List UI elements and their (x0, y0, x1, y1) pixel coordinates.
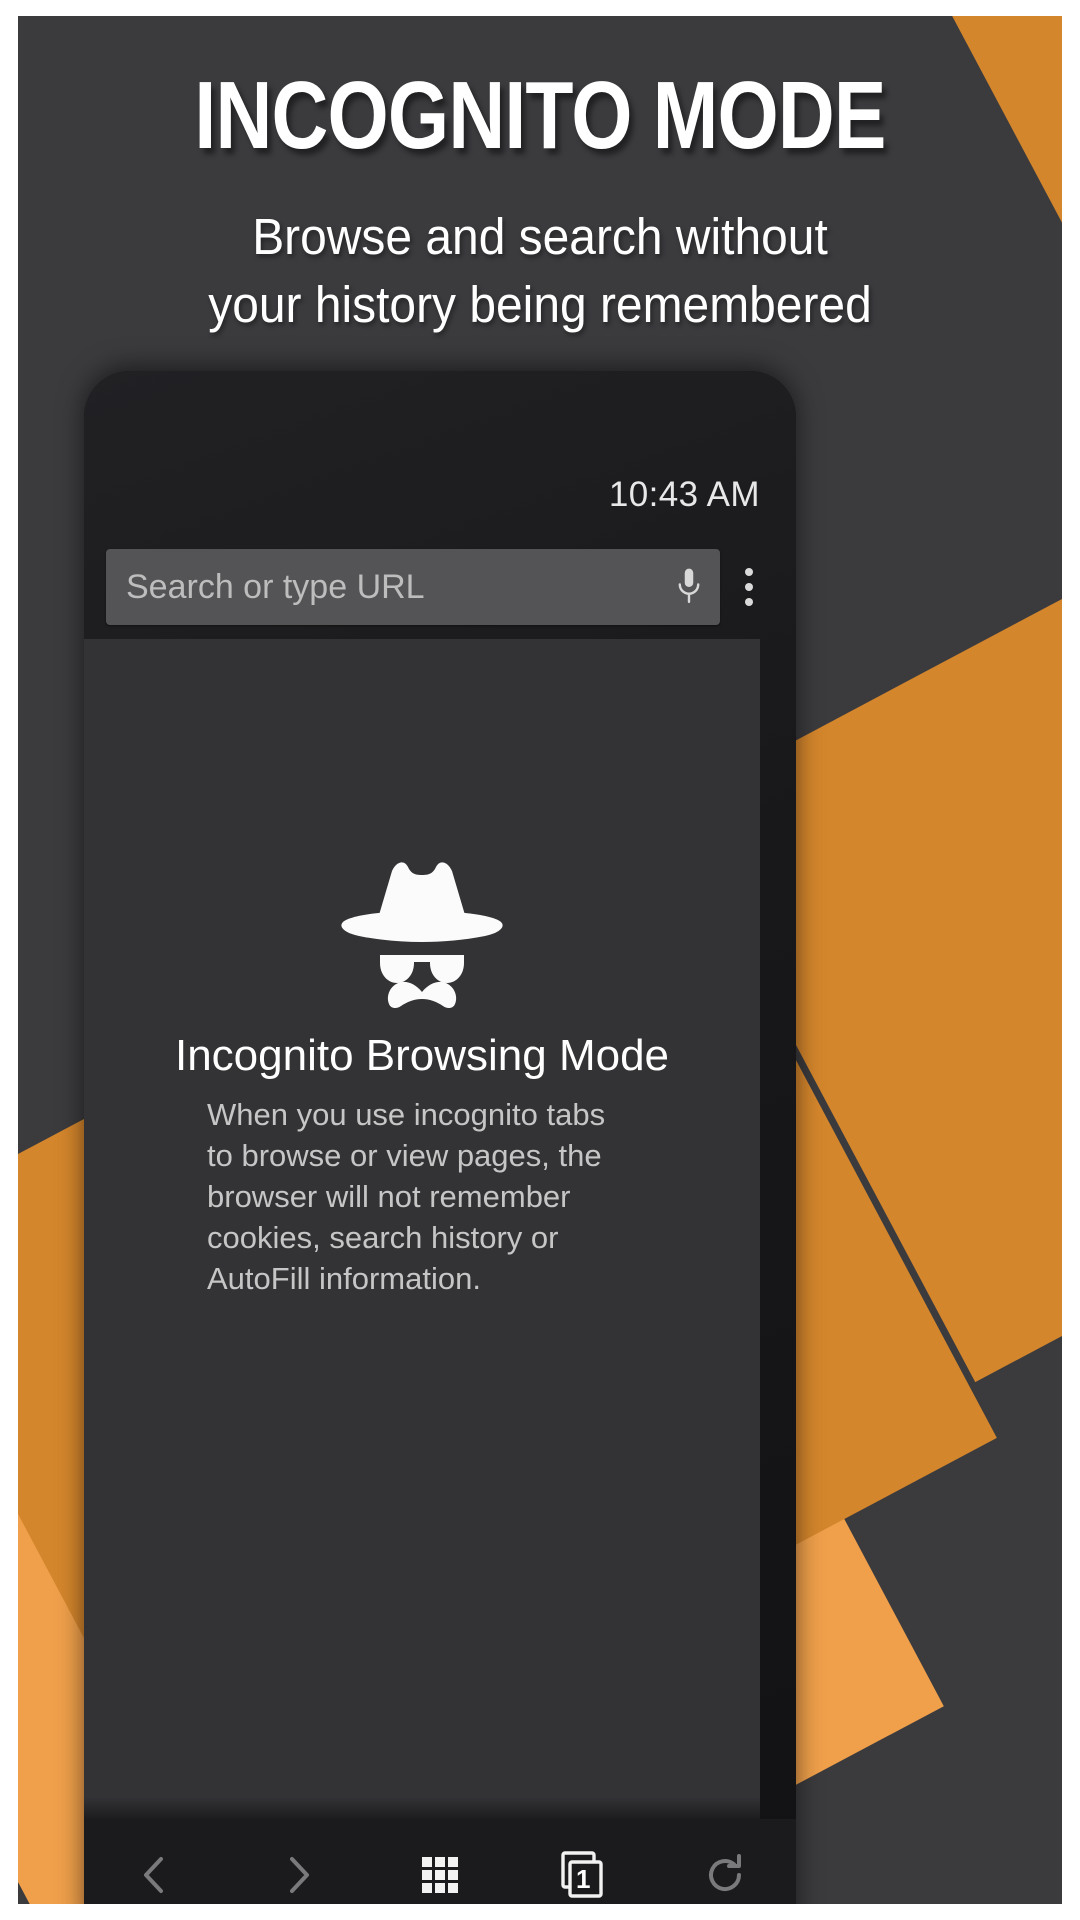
nav-forward-button[interactable] (243, 1819, 353, 1904)
page-title: INCOGNITO MODE (194, 62, 886, 169)
headline-block: INCOGNITO MODE Browse and search without… (18, 16, 1062, 338)
page-heading: Incognito Browsing Mode (174, 1031, 670, 1080)
reload-icon (708, 1854, 741, 1891)
overflow-menu-icon[interactable] (720, 549, 778, 625)
nav-tab-switcher-button[interactable]: 1 (527, 1819, 637, 1904)
nav-back-button[interactable] (100, 1819, 210, 1904)
promo-subtitle: Browse and search without your history b… (49, 203, 1030, 339)
promo-subtitle-line-2: your history being remembered (208, 275, 872, 333)
incognito-spy-icon (341, 862, 503, 1009)
browser-toolbar: Search or type URL (84, 541, 796, 633)
page-body-text: When you use incognito tabs to browse or… (207, 1097, 606, 1296)
search-input-placeholder: Search or type URL (126, 567, 425, 606)
promo-subtitle-line-1: Browse and search without (252, 207, 828, 265)
phone-mockup: 10:43 AM Search or type URL Incognito Br… (84, 371, 796, 1904)
microphone-icon[interactable] (672, 565, 706, 609)
menu-dot-2 (745, 583, 753, 591)
promo-banner: INCOGNITO MODE Browse and search without… (18, 16, 1062, 1904)
nav-apps-button[interactable] (385, 1819, 495, 1904)
status-bar: 10:43 AM (84, 467, 796, 523)
status-bar-clock: 10:43 AM (608, 475, 760, 514)
browser-navigation-bar: 1 (84, 1819, 796, 1904)
browser-page-content: Incognito Browsing Mode When you use inc… (84, 639, 760, 1819)
menu-dot-1 (745, 568, 753, 576)
chevron-left-icon (144, 1857, 164, 1893)
chevron-right-icon (289, 1857, 309, 1893)
search-input[interactable]: Search or type URL (106, 549, 720, 625)
grid-apps-icon (421, 1857, 458, 1893)
content-bottom-shadow (84, 1797, 760, 1819)
tab-switcher-icon (561, 1851, 604, 1898)
menu-dot-3 (745, 598, 753, 606)
nav-reload-button[interactable] (670, 1819, 780, 1904)
